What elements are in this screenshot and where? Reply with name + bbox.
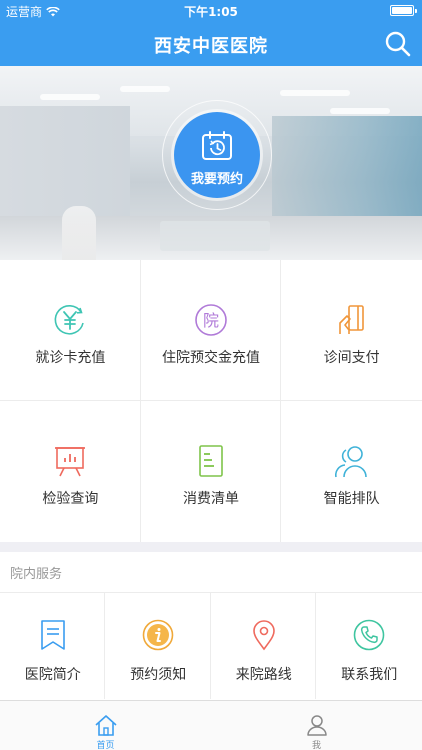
queue-people-icon bbox=[334, 446, 367, 478]
book-appointment-button[interactable]: 我要预约 bbox=[174, 112, 260, 198]
hero-person bbox=[62, 206, 96, 260]
bookmark-icon bbox=[40, 620, 65, 650]
phone-icon bbox=[353, 619, 385, 651]
grid-item-label: 消费清单 bbox=[182, 491, 239, 507]
hero-ceiling-light bbox=[330, 108, 390, 114]
tab-home[interactable]: 首页 bbox=[0, 701, 211, 750]
svg-text:院: 院 bbox=[203, 311, 219, 330]
tab-home-label: 首页 bbox=[96, 741, 115, 750]
card-payment-icon bbox=[338, 305, 364, 334]
yuan-card-icon bbox=[54, 305, 85, 335]
grid-item-expense-list[interactable]: 消费清单 bbox=[141, 401, 282, 542]
book-appointment-label: 我要预约 bbox=[190, 172, 243, 187]
service-booking-notice[interactable]: 预约须知 bbox=[106, 593, 212, 699]
bill-list-icon bbox=[199, 445, 223, 477]
section-separator bbox=[0, 542, 422, 552]
grid-item-label: 检验查询 bbox=[42, 491, 99, 507]
calendar-clock-icon bbox=[202, 131, 232, 160]
grid-item-lab-query[interactable]: 检验查询 bbox=[0, 401, 141, 542]
hero-window bbox=[272, 116, 422, 226]
grid-item-label: 智能排队 bbox=[323, 491, 380, 507]
grid-item-label: 就诊卡充值 bbox=[35, 350, 106, 366]
hospital-char-icon: 院 bbox=[195, 304, 227, 336]
section-title: 院内服务 bbox=[10, 567, 63, 582]
search-icon[interactable] bbox=[384, 30, 412, 58]
tab-me[interactable]: 我 bbox=[211, 701, 422, 750]
service-hospital-intro[interactable]: 医院简介 bbox=[0, 593, 106, 699]
grid-item-smart-queue[interactable]: 智能排队 bbox=[281, 401, 422, 542]
grid-item-clinic-payment[interactable]: 诊间支付 bbox=[281, 260, 422, 401]
hero-ceiling-light bbox=[280, 90, 350, 96]
service-route[interactable]: 来院路线 bbox=[211, 593, 317, 699]
tab-bar: 首页 我 bbox=[0, 700, 422, 750]
grid-item-label: 诊间支付 bbox=[323, 350, 380, 366]
status-bar: 运营商 下午1:05 bbox=[0, 0, 422, 22]
service-label: 医院简介 bbox=[24, 667, 81, 683]
service-contact-us[interactable]: 联系我们 bbox=[317, 593, 422, 699]
service-label: 来院路线 bbox=[235, 667, 292, 683]
status-time: 下午1:05 bbox=[184, 5, 238, 19]
in-hospital-services: 医院简介 预约须知 来院路线 联系我们 bbox=[0, 593, 422, 699]
grid-item-card-recharge[interactable]: 就诊卡充值 bbox=[0, 260, 141, 401]
main-function-grid: 就诊卡充值 院 住院预交金充值 诊间支付 检验查询 消费清单 智能排队 bbox=[0, 260, 422, 542]
hero-ceiling-light bbox=[40, 94, 100, 100]
map-pin-icon bbox=[252, 620, 275, 651]
grid-item-label: 住院预交金充值 bbox=[161, 350, 260, 366]
page-title: 西安中医医院 bbox=[154, 36, 268, 57]
battery-icon bbox=[390, 5, 417, 16]
service-label: 联系我们 bbox=[341, 667, 398, 683]
hero-ceiling-light bbox=[120, 86, 170, 92]
user-icon bbox=[306, 715, 327, 736]
easel-chart-icon bbox=[55, 447, 86, 477]
tab-me-label: 我 bbox=[311, 741, 321, 750]
grid-item-inpatient-deposit[interactable]: 院 住院预交金充值 bbox=[141, 260, 282, 401]
home-icon bbox=[94, 715, 117, 736]
navigation-bar: 运营商 下午1:05 西安中医医院 bbox=[0, 0, 422, 66]
hero-wall bbox=[0, 106, 130, 226]
info-icon bbox=[142, 619, 174, 651]
service-label: 预约须知 bbox=[130, 667, 187, 683]
hero-desk bbox=[160, 221, 270, 251]
